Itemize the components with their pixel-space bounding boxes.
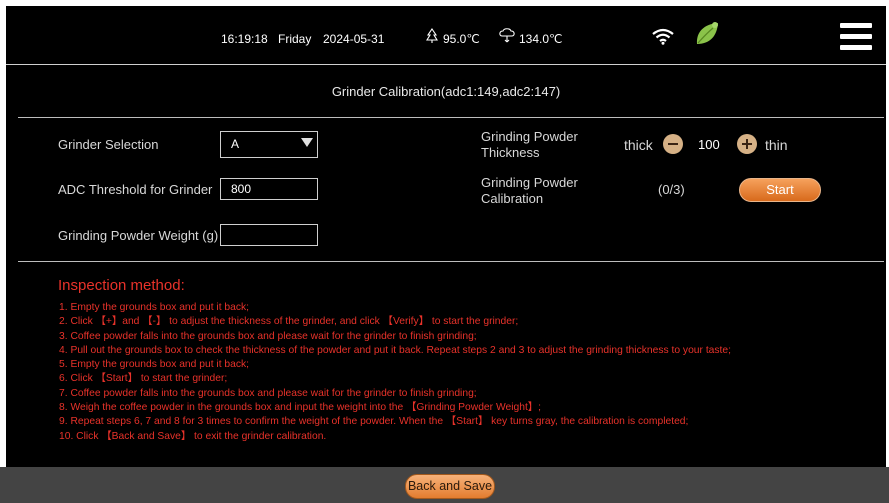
calibration-label-line2: Calibration [481, 191, 544, 206]
powder-weight-label: Grinding Powder Weight (g) [58, 228, 219, 243]
boiler-temp-icon [426, 28, 438, 43]
menu-icon[interactable] [840, 21, 872, 53]
inspection-title: Inspection method: [58, 277, 185, 294]
inspection-step: 5. Empty the grounds box and put it back… [59, 359, 250, 371]
calibration-progress: (0/3) [658, 182, 685, 197]
minus-icon [668, 143, 678, 145]
thin-label: thin [765, 137, 788, 153]
plus-button[interactable] [737, 134, 757, 154]
adc-threshold-input[interactable]: 800 [220, 178, 318, 200]
date: 2024-05-31 [323, 32, 385, 46]
thickness-label-line1: Grinding Powder [481, 129, 578, 144]
inspection-step: 3. Coffee powder falls into the grounds … [59, 330, 477, 342]
inspection-step: 9. Repeat steps 6, 7 and 8 for 3 times t… [59, 416, 689, 428]
grinder-selection-label: Grinder Selection [58, 137, 159, 152]
divider [18, 117, 884, 118]
boiler-temperature: 95.0℃ [443, 32, 480, 46]
leaf-icon [696, 22, 718, 44]
inspection-step: 7. Coffee powder falls into the grounds … [59, 387, 477, 399]
start-button[interactable]: Start [739, 178, 821, 202]
wifi-icon [652, 28, 674, 45]
grinder-selection-value: A [231, 137, 240, 151]
back-and-save-button[interactable]: Back and Save [405, 474, 495, 499]
inspection-step: 10. Click 【Back and Save】 to exit the gr… [59, 430, 327, 442]
minus-button[interactable] [663, 134, 683, 154]
grinder-calibration-screen: 16:19:18 Friday 2024-05-31 95.0℃ 134.0℃ [0, 0, 889, 503]
thickness-label-line2: Thickness [481, 145, 540, 160]
calibration-label: Grinding Powder Calibration [481, 175, 578, 207]
plus-icon [746, 139, 748, 149]
steam-temp-icon [499, 28, 515, 43]
thickness-value: 100 [698, 137, 720, 152]
inspection-step: 1. Empty the grounds box and put it back… [59, 302, 250, 313]
powder-weight-input[interactable] [220, 224, 318, 246]
steam-temperature: 134.0℃ [519, 32, 563, 46]
adc-threshold-label: ADC Threshold for Grinder [58, 182, 213, 197]
status-bar: 16:19:18 Friday 2024-05-31 95.0℃ 134.0℃ [6, 6, 886, 65]
weekday: Friday [278, 32, 312, 46]
thick-label: thick [624, 137, 653, 153]
inspection-step: 6. Click 【Start】 to start the grinder; [59, 373, 228, 385]
clock-time: 16:19:18 [221, 32, 268, 46]
dropdown-arrow-icon [301, 138, 313, 147]
inspection-step: 8. Weigh the coffee powder in the ground… [59, 402, 541, 414]
inspection-step: 4. Pull out the grounds box to check the… [59, 344, 731, 356]
thickness-label: Grinding Powder Thickness [481, 129, 578, 161]
page-title: Grinder Calibration(adc1:149,adc2:147) [331, 84, 561, 99]
inspection-steps: 1. Empty the grounds box and put it back… [59, 301, 731, 444]
calibration-label-line1: Grinding Powder [481, 175, 578, 190]
inspection-step: 2. Click 【+】and 【-】 to adjust the thickn… [59, 316, 519, 328]
divider [18, 261, 884, 262]
grinder-selection-dropdown[interactable]: A [220, 131, 318, 158]
